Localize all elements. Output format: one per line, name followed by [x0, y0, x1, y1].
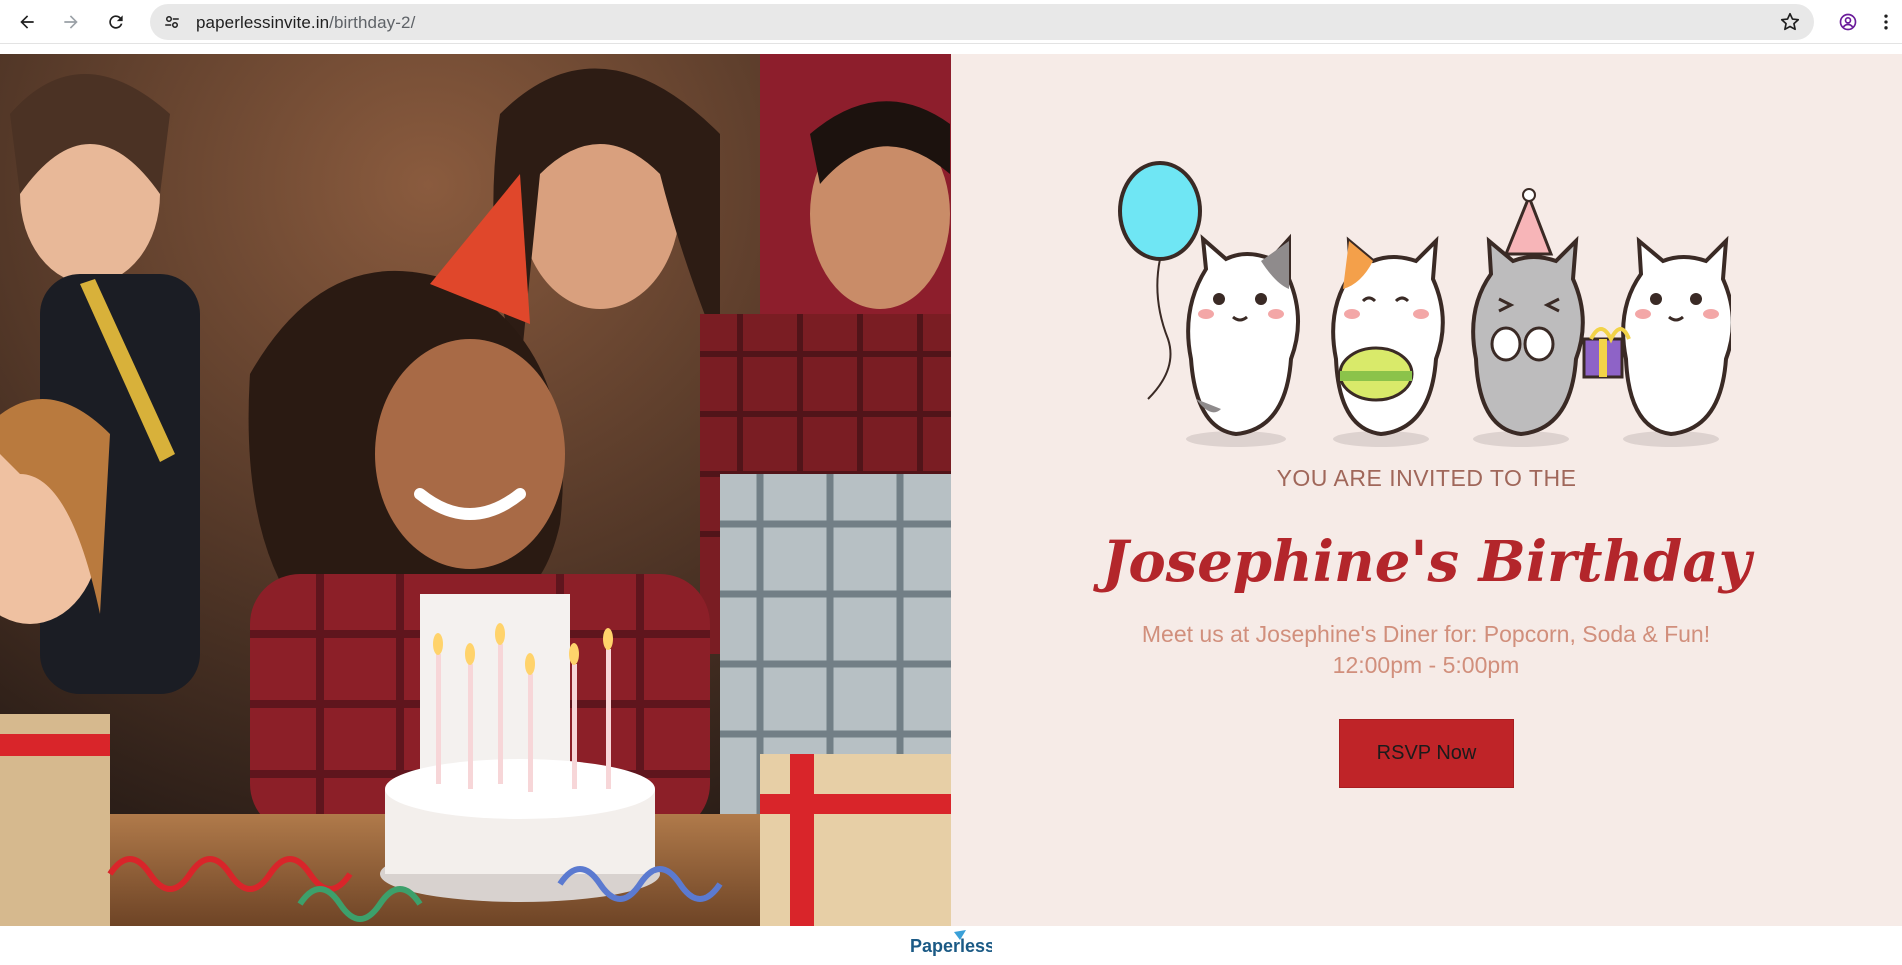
- url-path: /birthday-2/: [329, 13, 416, 32]
- invitation-panel: YOU ARE INVITED TO THE Josephine's Birth…: [951, 54, 1902, 926]
- invite-title: Josephine's Birthday: [1101, 529, 1752, 595]
- rsvp-button[interactable]: RSVP Now: [1339, 719, 1514, 788]
- cats-illustration: [1118, 161, 1731, 447]
- footer: Paperless: [0, 926, 1902, 962]
- paperless-logo-mark: Paperless: [910, 930, 995, 956]
- site-info-button[interactable]: [160, 10, 184, 34]
- bookmark-button[interactable]: [1778, 10, 1802, 34]
- reload-button[interactable]: [100, 6, 132, 38]
- star-icon: [1780, 12, 1800, 31]
- forward-button[interactable]: [55, 6, 87, 38]
- invite-details: Meet us at Josephine's Diner for: Popcor…: [1141, 621, 1711, 678]
- address-bar[interactable]: paperlessinvite.in/birthday-2/: [150, 4, 1814, 40]
- account-circle-icon: [1839, 13, 1857, 31]
- arrow-right-icon: [64, 15, 78, 29]
- party-photo-illustration: [0, 54, 951, 926]
- cat-icon: [1471, 188, 1585, 447]
- paperless-logo[interactable]: Paperless: [910, 930, 995, 960]
- invite-kicker: YOU ARE INVITED TO THE: [1276, 465, 1577, 491]
- balloon-icon: [1118, 161, 1202, 400]
- arrow-left-icon: [20, 15, 34, 29]
- profile-button[interactable]: [1832, 6, 1864, 38]
- party-photo: [0, 54, 951, 926]
- back-button[interactable]: [11, 6, 43, 38]
- reload-icon: [109, 15, 123, 29]
- browser-menu-button[interactable]: [1874, 6, 1898, 38]
- cat-icon: [1331, 235, 1445, 447]
- invitation-page: YOU ARE INVITED TO THE Josephine's Birth…: [0, 54, 1902, 926]
- logo-text: Paperless: [910, 936, 992, 956]
- more-vertical-icon: [1884, 14, 1888, 30]
- url-host: paperlessinvite.in: [196, 13, 330, 32]
- url-text: paperlessinvite.in/birthday-2/: [196, 13, 415, 33]
- cat-icon: [1186, 233, 1300, 447]
- browser-toolbar: paperlessinvite.in/birthday-2/: [0, 0, 1902, 44]
- cat-icon: [1582, 235, 1731, 447]
- tune-icon: [165, 16, 179, 28]
